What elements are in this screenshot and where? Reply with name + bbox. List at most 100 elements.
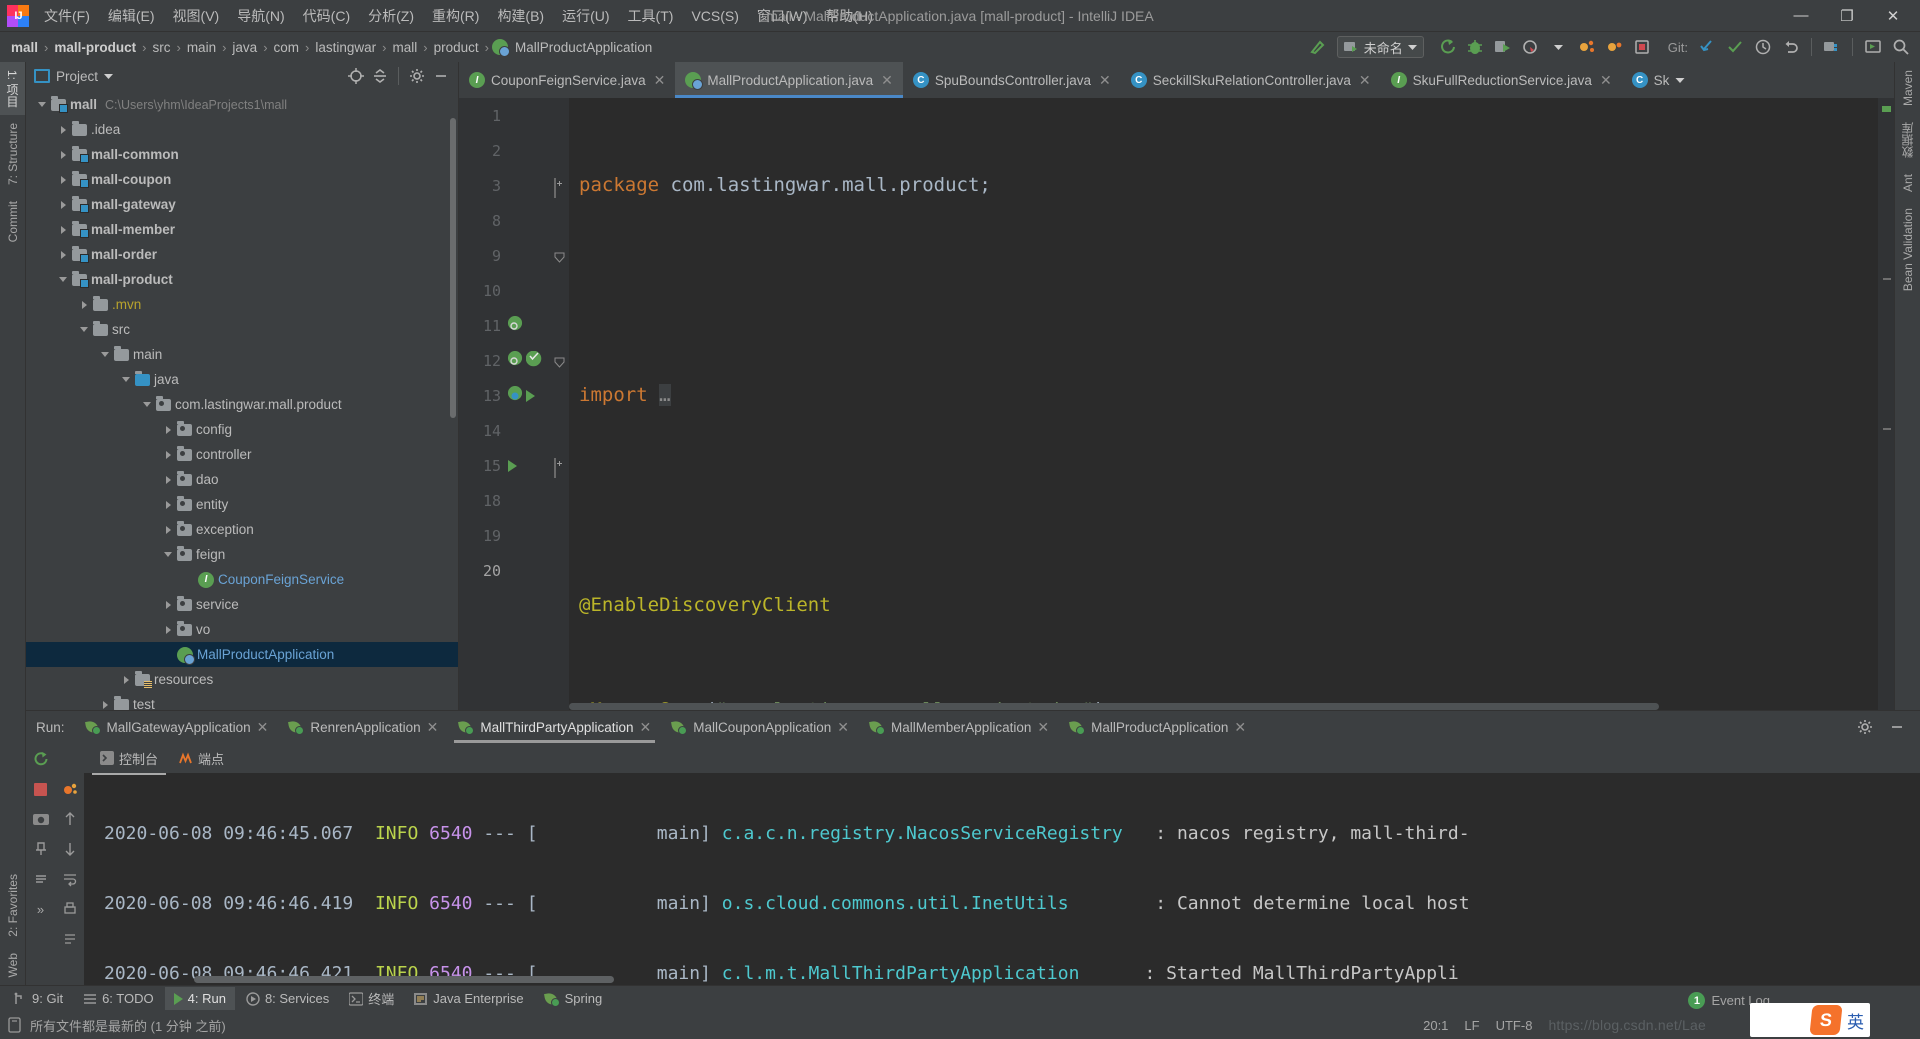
close-icon[interactable]: ✕ [1099,72,1111,89]
tree-node--idea[interactable]: .idea [26,117,458,142]
editor-tab-skufullreductionservice[interactable]: I SkuFullReductionService.java ✕ [1381,62,1622,98]
menu-view[interactable]: 视图(V) [164,3,229,29]
editor-tab-sk[interactable]: C Sk [1622,62,1696,98]
tree-node-test[interactable]: test [26,692,458,710]
breadcrumb-src[interactable]: src [149,39,173,56]
tree-node-resources[interactable]: resources [26,667,458,692]
tree-node-mall-member[interactable]: mall-member [26,217,458,242]
tool-window-project[interactable]: 1: 项目 [0,62,25,116]
tool-window-maven[interactable]: Maven [1897,62,1919,114]
close-icon[interactable]: ✕ [1234,719,1246,736]
console-output[interactable]: 2020-06-08 09:46:45.067 INFO 6540 --- [ … [84,773,1920,985]
expand-more-icon[interactable]: » [31,899,51,919]
breadcrumb-mallproductapplication[interactable]: MallProductApplication [512,39,655,56]
tree-node-java[interactable]: java [26,367,458,392]
menu-code[interactable]: 代码(C) [294,3,359,29]
tree-toggle-arrow[interactable] [162,598,175,611]
rerun-icon[interactable] [31,749,51,769]
breadcrumb-java[interactable]: java [229,39,260,56]
tree-toggle-arrow[interactable] [120,373,133,386]
tree-node-main[interactable]: main [26,342,458,367]
menu-tools[interactable]: 工具(T) [619,3,683,29]
tree-toggle-arrow[interactable] [57,148,70,161]
tree-toggle-arrow[interactable] [99,698,112,710]
profile-button[interactable] [1518,35,1544,59]
tree-node-entity[interactable]: entity [26,492,458,517]
tree-toggle-arrow[interactable] [120,673,133,686]
run-with-coverage-button[interactable] [1490,35,1516,59]
tree-toggle-arrow[interactable] [99,348,112,361]
breadcrumb-main[interactable]: main [184,39,219,56]
run-tab-mallthirdpartyapplication[interactable]: MallThirdPartyApplication ✕ [448,711,661,743]
build-hammer-icon[interactable] [1305,35,1331,59]
close-icon[interactable]: ✕ [427,719,439,736]
console-tab[interactable]: 控制台 [92,745,167,775]
run-tab-mallgatewayapplication[interactable]: MallGatewayApplication ✕ [75,711,279,743]
editor-horizontal-scrollbar[interactable] [569,703,1659,710]
caret-position[interactable]: 20:1 [1423,1018,1448,1033]
editor-tab-mallproductapplication[interactable]: MallProductApplication.java ✕ [675,62,903,98]
debug-button[interactable] [1462,35,1488,59]
menu-build[interactable]: 构建(B) [488,3,553,29]
search-icon[interactable] [1888,35,1914,59]
tree-node-controller[interactable]: controller [26,442,458,467]
run-gutter-icon[interactable] [526,389,535,402]
close-icon[interactable]: ✕ [1359,72,1371,89]
gear-icon[interactable] [406,65,428,87]
run-tab-mallmemberapplication[interactable]: MallMemberApplication ✕ [859,711,1059,743]
stop-button[interactable] [1602,35,1628,59]
run-tab-renrenapplication[interactable]: RenrenApplication ✕ [278,711,448,743]
bottom-tab-run[interactable]: 4: Run [164,987,235,1010]
run-configuration-selector[interactable]: 未命名 [1336,36,1424,58]
close-icon[interactable]: ✕ [639,719,651,736]
tree-toggle-arrow[interactable] [162,423,175,436]
menu-file[interactable]: 文件(F) [35,3,99,29]
menu-window[interactable]: 窗口(W) [748,3,817,29]
close-button[interactable]: ✕ [1870,0,1916,32]
project-structure-icon[interactable] [1819,35,1845,59]
close-icon[interactable]: ✕ [654,72,666,89]
file-encoding[interactable]: UTF-8 [1496,1018,1533,1033]
project-tree[interactable]: mall C:\Users\yhm\IdeaProjects1\mall .idea… [26,90,458,710]
git-history-icon[interactable] [1750,35,1776,59]
tool-window-database[interactable]: 数据库 [1895,114,1920,166]
tree-toggle-arrow[interactable] [162,648,175,661]
editor-marker-bar[interactable] [1878,98,1894,710]
stop-icon[interactable] [31,779,51,799]
tree-node-service[interactable]: service [26,592,458,617]
hide-panel-icon[interactable] [430,65,452,87]
tree-toggle-arrow[interactable] [57,173,70,186]
select-in-icon[interactable] [1860,35,1886,59]
menu-run[interactable]: 运行(U) [553,3,618,29]
editor-gutter[interactable]: 1 2 3 8 9 10 11 12 13 14 15 18 19 20 [459,98,569,710]
fold-expand-icon[interactable] [554,178,565,198]
more-icon[interactable] [31,869,51,889]
git-commit-icon[interactable] [1722,35,1748,59]
endpoints-tab[interactable]: 端点 [170,745,232,772]
tree-toggle-arrow[interactable] [57,248,70,261]
breadcrumb-mall2[interactable]: mall [390,39,421,56]
bottom-tab-spring[interactable]: Spring [535,987,612,1011]
print-icon[interactable] [60,899,80,919]
maximize-button[interactable]: ❐ [1824,0,1870,32]
spring-bean-gutter-icon[interactable] [507,385,524,406]
fold-collapse-icon[interactable] [554,249,565,263]
tree-node-mall-order[interactable]: mall-order [26,242,458,267]
project-tree-scrollbar[interactable] [450,118,456,418]
tree-node-mall-common[interactable]: mall-common [26,142,458,167]
gear-icon[interactable] [1852,715,1878,739]
tree-node-mallproductapplication[interactable]: MallProductApplication [26,642,458,667]
menu-edit[interactable]: 编辑(E) [99,3,164,29]
tool-window-structure[interactable]: 7: Structure [2,115,24,193]
minimize-button[interactable]: — [1778,0,1824,32]
tree-node-mall-gateway[interactable]: mall-gateway [26,192,458,217]
run-gutter-icon[interactable] [508,459,517,472]
git-rollback-icon[interactable] [1778,35,1804,59]
tree-toggle-arrow[interactable] [78,298,91,311]
bottom-tab-java-enterprise[interactable]: Java Enterprise [405,987,532,1010]
tree-toggle-arrow[interactable] [162,473,175,486]
breadcrumb-mall[interactable]: mall [8,39,41,56]
fold-collapse-icon[interactable] [554,354,565,368]
tool-window-favorites[interactable]: 2: Favorites [2,866,24,945]
bean-gutter-icon[interactable] [507,315,524,336]
